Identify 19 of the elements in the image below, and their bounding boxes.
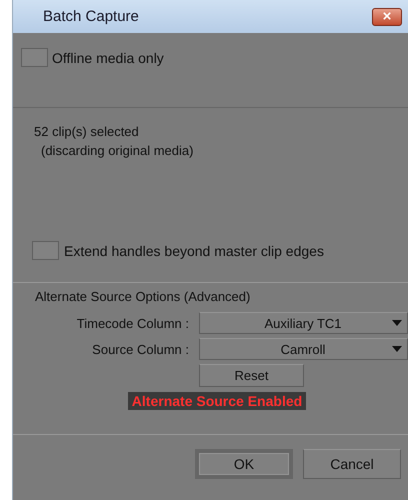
checkbox-label: Extend handles beyond master clip edges [64,242,324,258]
dropdown[interactable]: Auxiliary TC1 [199,312,408,334]
checkbox[interactable] [32,241,59,260]
section-heading: Alternate Source Options (Advanced) [35,289,252,304]
window-title: Batch Capture [43,8,139,25]
field-label: Source Column : [91,342,190,356]
checkbox-label: Offline media only [52,50,164,66]
selection-note: (discarding original media) [40,143,194,158]
caret-icon [392,346,402,352]
reset-button[interactable]: Reset [199,364,304,387]
close-button[interactable]: × [372,8,402,26]
cancel-button[interactable]: Cancel [303,449,401,479]
ok-button[interactable]: OK [195,449,293,479]
checkbox[interactable] [21,48,48,67]
dropdown[interactable]: Camroll [199,338,408,360]
status-message: Alternate Source Enabled [128,392,306,410]
field-label: Timecode Column : [76,316,190,330]
selection-count: 52 clip(s) selected [34,124,140,139]
caret-icon [392,320,402,326]
